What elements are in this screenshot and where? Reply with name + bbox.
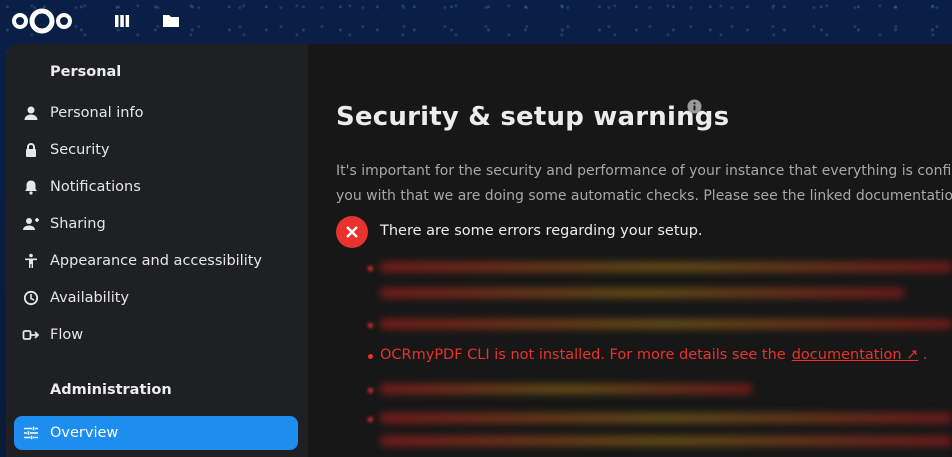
- clock-icon: [22, 289, 40, 307]
- files-icon[interactable]: [161, 11, 181, 31]
- accessibility-icon: [22, 252, 40, 270]
- sidebar-item-notifications[interactable]: Notifications: [14, 170, 298, 204]
- blurred-warning-line: [380, 413, 952, 423]
- top-bar: [0, 0, 952, 44]
- sidebar-item-availability[interactable]: Availability: [14, 281, 298, 315]
- documentation-link[interactable]: documentation ↗: [792, 347, 919, 363]
- sidebar-item-personal-info[interactable]: Personal info: [14, 96, 298, 130]
- sidebar-item-label: Sharing: [50, 216, 106, 232]
- sidebar-item-label: Notifications: [50, 179, 141, 195]
- share-icon: [22, 215, 40, 233]
- ocr-warning-tail: .: [922, 347, 928, 363]
- dashboard-icon[interactable]: [112, 11, 132, 31]
- bell-icon: [22, 178, 40, 196]
- warning-bullet: [368, 354, 373, 359]
- blurred-warning-line: [380, 436, 952, 446]
- app-content: Personal Personal info Security Notifica…: [6, 44, 952, 457]
- lock-icon: [22, 141, 40, 159]
- sidebar-item-label: Overview: [50, 425, 119, 441]
- error-icon: [336, 216, 368, 248]
- sidebar-item-label: Flow: [50, 327, 84, 343]
- blurred-bullet: [368, 266, 373, 271]
- section-title-personal: Personal: [50, 64, 122, 80]
- nextcloud-logo[interactable]: [10, 5, 74, 35]
- description-text: It's important for the security and perf…: [336, 163, 952, 204]
- settings-sidebar: Personal Personal info Security Notifica…: [6, 44, 308, 457]
- sidebar-item-appearance[interactable]: Appearance and accessibility: [14, 244, 298, 278]
- flow-icon: [22, 326, 40, 344]
- ocr-warning: OCRmyPDF CLI is not installed. For more …: [380, 347, 928, 363]
- blurred-warning-line: [380, 319, 952, 329]
- page-title: Security & setup warnings: [336, 102, 730, 132]
- sidebar-item-label: Security: [50, 142, 110, 158]
- blurred-warning-line: [380, 288, 904, 298]
- section-title-administration: Administration: [50, 382, 172, 398]
- sidebar-item-label: Appearance and accessibility: [50, 253, 263, 269]
- user-icon: [22, 104, 40, 122]
- blurred-warning-line: [380, 262, 952, 272]
- blurred-bullet: [368, 323, 373, 328]
- sidebar-item-overview[interactable]: Overview: [14, 416, 298, 450]
- info-icon[interactable]: [687, 99, 702, 114]
- tune-icon: [22, 424, 40, 442]
- blurred-bullet: [368, 388, 373, 393]
- error-summary: There are some errors regarding your set…: [380, 223, 703, 239]
- sidebar-item-label: Personal info: [50, 105, 144, 121]
- ocr-warning-text: OCRmyPDF CLI is not installed. For more …: [380, 347, 786, 363]
- main-content: Security & setup warnings It's important…: [308, 44, 952, 457]
- sidebar-item-sharing[interactable]: Sharing: [14, 207, 298, 241]
- blurred-bullet: [368, 417, 373, 422]
- blurred-warning-line: [380, 384, 752, 394]
- sidebar-item-flow[interactable]: Flow: [14, 318, 298, 352]
- sidebar-item-security[interactable]: Security: [14, 133, 298, 167]
- sidebar-item-label: Availability: [50, 290, 130, 306]
